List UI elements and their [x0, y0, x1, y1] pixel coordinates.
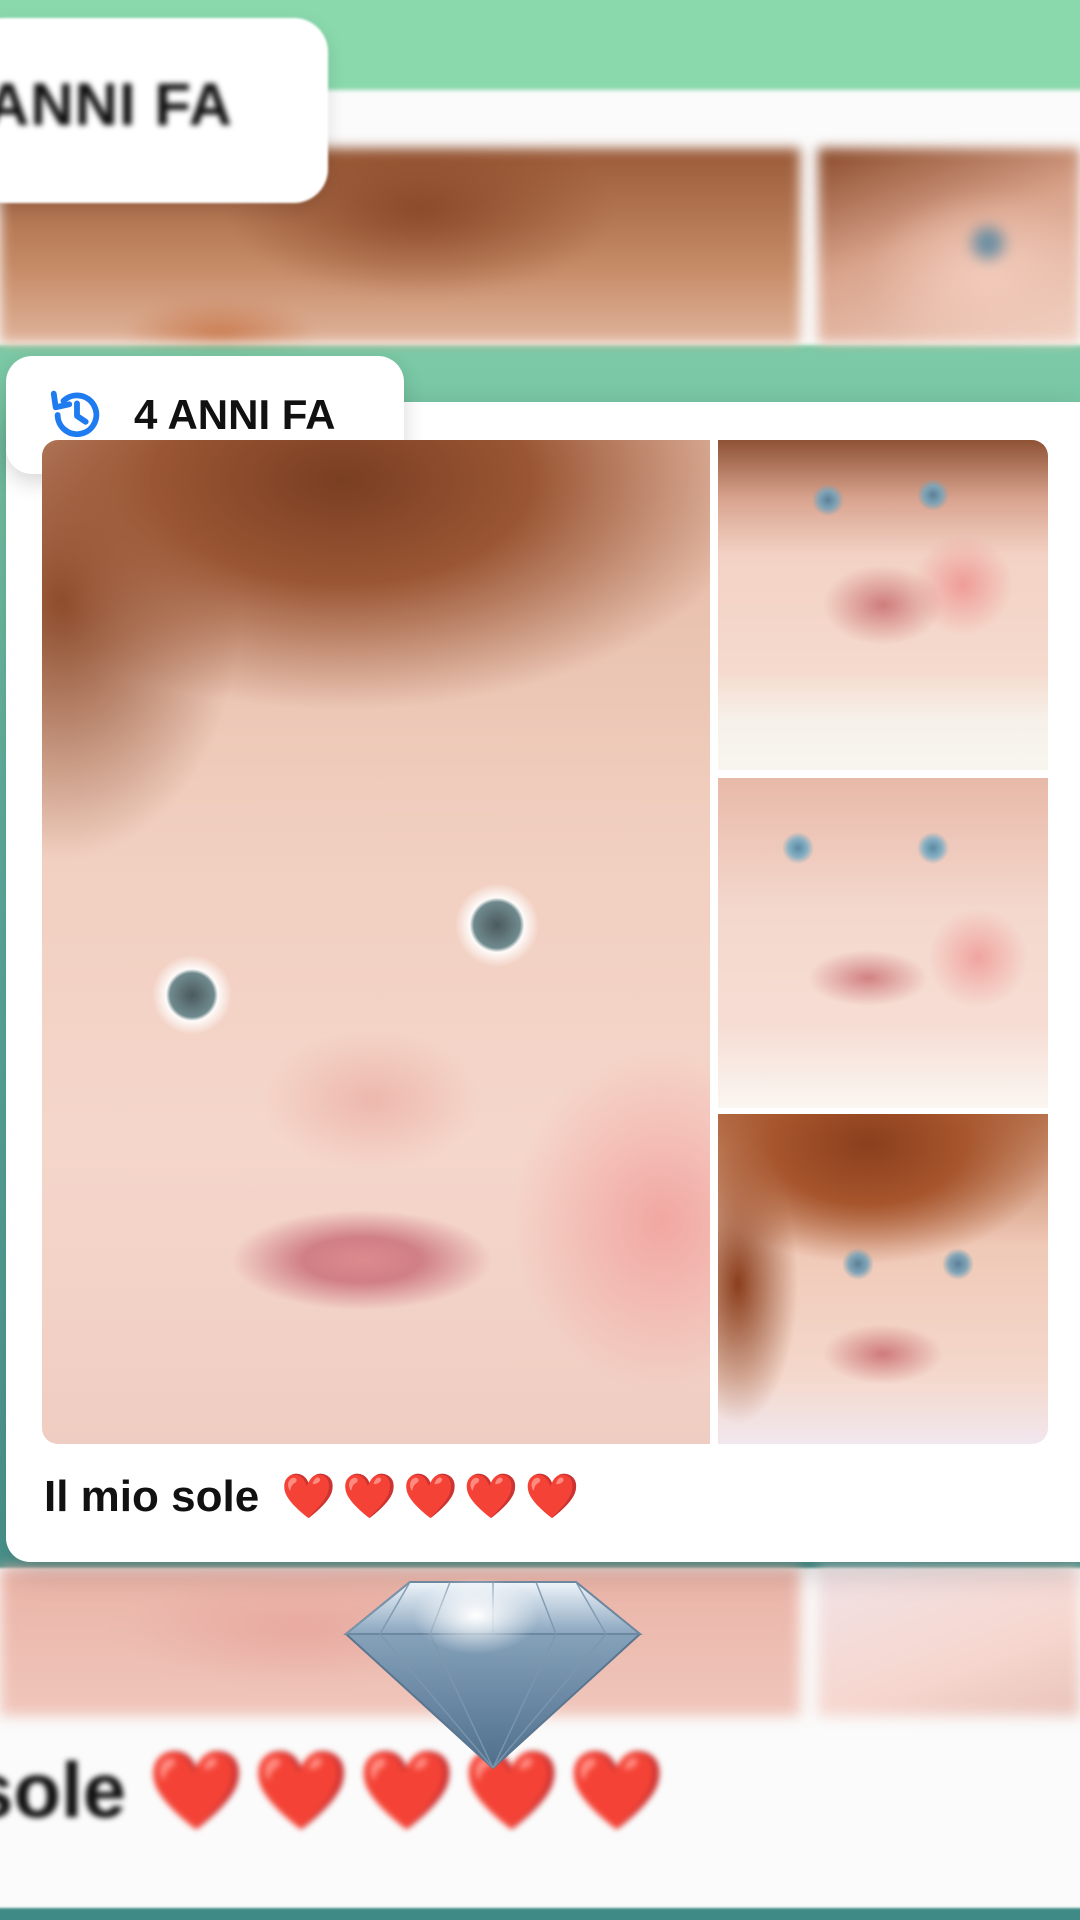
background-caption-text: sole	[0, 1746, 127, 1834]
caption-text: Il mio sole	[44, 1472, 260, 1521]
photo-main[interactable]	[42, 440, 710, 1444]
memory-date-label: 4 ANNI FA	[134, 391, 336, 438]
background-photo-top-right	[818, 148, 1080, 343]
photo-side-3[interactable]	[718, 1114, 1048, 1444]
memory-caption: Il mio sole ❤️❤️❤️❤️❤️	[44, 1470, 585, 1522]
history-icon	[50, 390, 100, 438]
caption-hearts: ❤️❤️❤️❤️❤️	[281, 1471, 586, 1522]
background-photo-bottom-right	[818, 1568, 1080, 1716]
diamond-icon	[343, 1577, 643, 1770]
background-badge-text: ANNI FA	[0, 71, 233, 138]
photo-side-2[interactable]	[718, 778, 1048, 1108]
photo-side-1[interactable]	[718, 440, 1048, 770]
